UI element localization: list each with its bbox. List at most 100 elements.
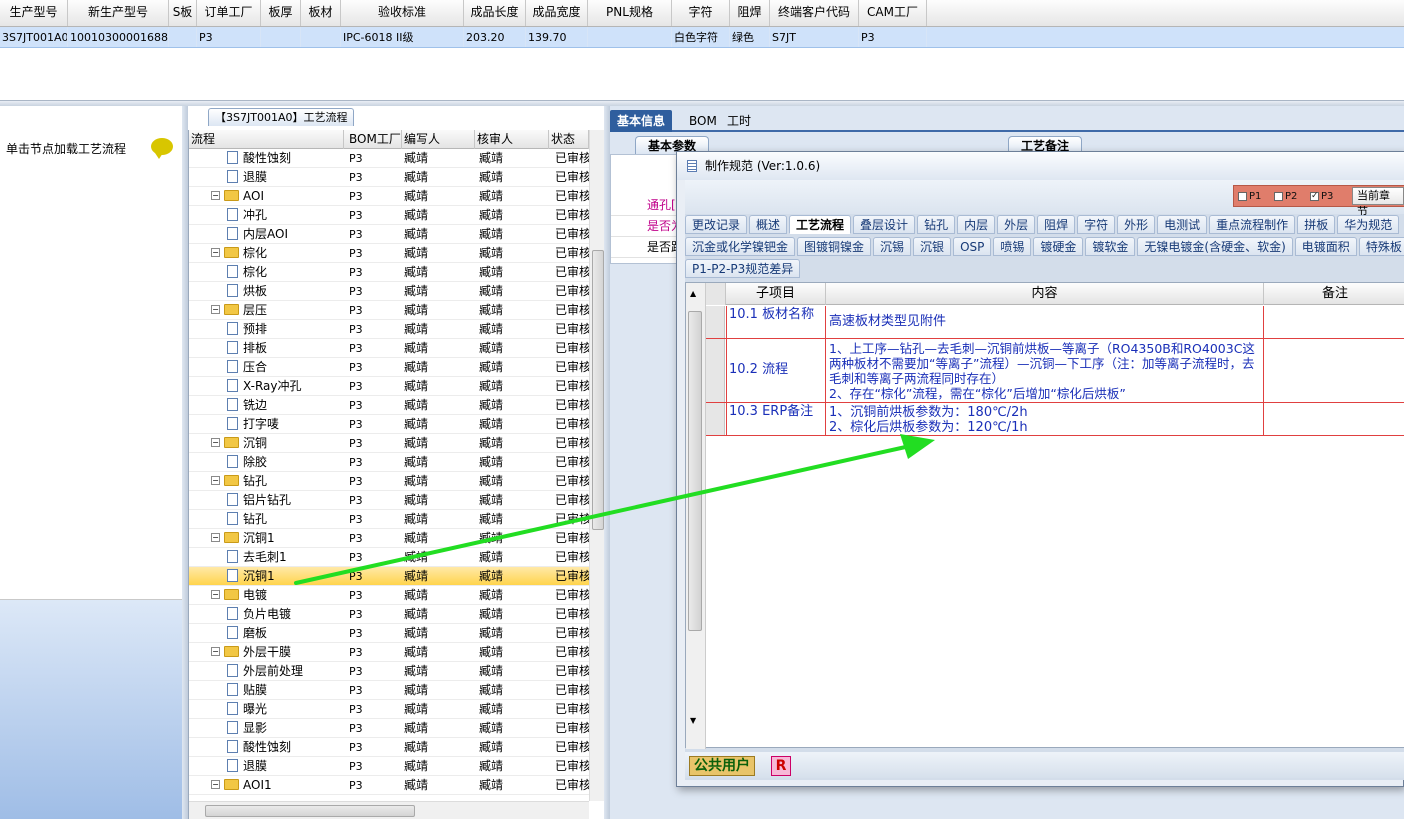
tree-row[interactable]: 除胶 P3 臧靖 臧靖 已审核: [189, 453, 589, 472]
order-col-header[interactable]: 验收标准: [341, 0, 464, 26]
tree-row[interactable]: 预排 P3 臧靖 臧靖 已审核: [189, 320, 589, 339]
tree-node[interactable]: 铝片钻孔: [189, 491, 344, 510]
checkbox-p2[interactable]: P2: [1274, 191, 1297, 203]
tree-row[interactable]: 烘板 P3 臧靖 臧靖 已审核: [189, 282, 589, 301]
category-tab[interactable]: 电测试: [1157, 215, 1208, 234]
scroll-thumb[interactable]: [688, 311, 702, 631]
category-tab[interactable]: 外层: [997, 215, 1036, 234]
tree-node[interactable]: 曝光: [189, 700, 344, 719]
tree-row[interactable]: − 钻孔 P3 臧靖 臧靖 已审核: [189, 472, 589, 491]
tree-vertical-scrollbar[interactable]: [589, 130, 605, 801]
category-tab[interactable]: 沉金或化学镍钯金: [685, 237, 796, 256]
collapse-icon[interactable]: −: [211, 780, 220, 789]
scroll-up-icon[interactable]: ▲: [690, 289, 696, 298]
tree-row[interactable]: − AOI P3 臧靖 臧靖 已审核: [189, 187, 589, 206]
tree-row[interactable]: 铣边 P3 臧靖 臧靖 已审核: [189, 396, 589, 415]
tree-row[interactable]: − 电镀 P3 臧靖 臧靖 已审核: [189, 586, 589, 605]
spec-col-remark[interactable]: 备注: [1264, 283, 1404, 305]
category-tab[interactable]: 钻孔: [917, 215, 956, 234]
order-col-header[interactable]: 订单工厂: [197, 0, 261, 26]
tree-row[interactable]: 冲孔 P3 臧靖 臧靖 已审核: [189, 206, 589, 225]
order-col-header[interactable]: CAM工厂: [859, 0, 927, 26]
select-all-corner[interactable]: [706, 283, 726, 305]
category-tab[interactable]: 华为规范: [1337, 215, 1400, 234]
category-tab[interactable]: 叠层设计: [853, 215, 916, 234]
order-col-header[interactable]: 成品宽度: [526, 0, 588, 26]
tree-node[interactable]: − AOI1: [189, 776, 344, 795]
tree-node[interactable]: 排板: [189, 339, 344, 358]
collapse-icon[interactable]: −: [211, 533, 220, 542]
tree-node[interactable]: 显影: [189, 719, 344, 738]
category-tab[interactable]: 字符: [1077, 215, 1116, 234]
order-col-header[interactable]: 成品长度: [464, 0, 526, 26]
category-tab[interactable]: 喷锡: [993, 237, 1032, 256]
category-tab[interactable]: 电镀面积: [1294, 237, 1357, 256]
spec-row[interactable]: 10.2 流程 1、上工序—钻孔—去毛刺—沉铜前烘板—等离子（RO4350B和R…: [706, 339, 1404, 403]
tree-row[interactable]: 退膜 P3 臧靖 臧靖 已审核: [189, 757, 589, 776]
tree-node[interactable]: − 层压: [189, 301, 344, 320]
collapse-icon[interactable]: −: [211, 191, 220, 200]
checkbox-p1[interactable]: P1: [1238, 191, 1261, 203]
tree-row[interactable]: 显影 P3 臧靖 臧靖 已审核: [189, 719, 589, 738]
tree-row[interactable]: 排板 P3 臧靖 臧靖 已审核: [189, 339, 589, 358]
checkbox-p3[interactable]: P3: [1310, 190, 1333, 203]
tree-col-process[interactable]: 流程: [189, 130, 344, 149]
tree-node[interactable]: 打字唛: [189, 415, 344, 434]
order-col-header[interactable]: 新生产型号: [68, 0, 169, 26]
spec-col-sub[interactable]: 子项目: [726, 283, 826, 305]
tree-row[interactable]: − 外层干膜 P3 臧靖 臧靖 已审核: [189, 643, 589, 662]
tree-row[interactable]: − 层压 P3 臧靖 臧靖 已审核: [189, 301, 589, 320]
collapse-icon[interactable]: −: [211, 590, 220, 599]
category-tab[interactable]: 图镀铜镍金: [797, 237, 872, 256]
row-selector[interactable]: [706, 306, 725, 338]
tree-node[interactable]: 预排: [189, 320, 344, 339]
category-tab[interactable]: 镀硬金: [1033, 237, 1084, 256]
tree-row-selected[interactable]: 沉铜1 P3 臧靖 臧靖 已审核: [189, 567, 589, 586]
tree-node[interactable]: 退膜: [189, 757, 344, 776]
tree-node[interactable]: 冲孔: [189, 206, 344, 225]
tree-node[interactable]: 沉铜1: [189, 567, 344, 586]
collapse-icon[interactable]: −: [211, 305, 220, 314]
scroll-thumb[interactable]: [592, 250, 604, 530]
collapse-icon[interactable]: −: [211, 647, 220, 656]
spec-col-content[interactable]: 内容: [826, 283, 1264, 305]
tree-row[interactable]: 退膜 P3 臧靖 臧靖 已审核: [189, 168, 589, 187]
tree-node[interactable]: 酸性蚀刻: [189, 149, 344, 168]
tree-node[interactable]: 钻孔: [189, 510, 344, 529]
tree-row[interactable]: 外层前处理 P3 臧靖 臧靖 已审核: [189, 662, 589, 681]
tree-horizontal-scrollbar[interactable]: [189, 801, 589, 819]
category-tab[interactable]: 沉银: [913, 237, 952, 256]
order-col-header[interactable]: S板: [169, 0, 197, 26]
tree-node[interactable]: 负片电镀: [189, 605, 344, 624]
tree-node[interactable]: 内层AOI: [189, 225, 344, 244]
order-col-header[interactable]: 板材: [301, 0, 341, 26]
tree-col-status[interactable]: 状态: [549, 130, 589, 149]
tree-node[interactable]: 除胶: [189, 453, 344, 472]
order-col-header[interactable]: 生产型号: [0, 0, 68, 26]
category-tab[interactable]: 概述: [749, 215, 788, 234]
category-tab[interactable]: 阻焊: [1037, 215, 1076, 234]
tree-row[interactable]: 压合 P3 臧靖 臧靖 已审核: [189, 358, 589, 377]
tree-node[interactable]: 铣边: [189, 396, 344, 415]
tree-node[interactable]: 外层前处理: [189, 662, 344, 681]
category-tab[interactable]: 重点流程制作: [1209, 215, 1296, 234]
tree-col-writer[interactable]: 编写人: [402, 130, 475, 149]
tree-node[interactable]: − 棕化: [189, 244, 344, 263]
tree-node[interactable]: X-Ray冲孔: [189, 377, 344, 396]
tree-row[interactable]: − 沉铜 P3 臧靖 臧靖 已审核: [189, 434, 589, 453]
tree-node[interactable]: 贴膜: [189, 681, 344, 700]
category-tab[interactable]: P1-P2-P3规范差异: [685, 259, 801, 278]
row-selector[interactable]: [706, 339, 725, 402]
tree-row[interactable]: − 沉铜1 P3 臧靖 臧靖 已审核: [189, 529, 589, 548]
tree-col-bom[interactable]: BOM工厂: [347, 130, 402, 149]
tree-row[interactable]: 负片电镀 P3 臧靖 臧靖 已审核: [189, 605, 589, 624]
tree-row[interactable]: − AOI1 P3 臧靖 臧靖 已审核: [189, 776, 589, 795]
category-tab[interactable]: 拼板: [1297, 215, 1336, 234]
scroll-thumb[interactable]: [205, 805, 415, 817]
tree-node[interactable]: − 钻孔: [189, 472, 344, 491]
dialog-title-bar[interactable]: 制作规范 (Ver:1.0.6): [677, 152, 1404, 180]
tree-node[interactable]: − AOI: [189, 187, 344, 206]
tree-node[interactable]: 压合: [189, 358, 344, 377]
tree-row[interactable]: 曝光 P3 臧靖 臧靖 已审核: [189, 700, 589, 719]
tree-row[interactable]: 铝片钻孔 P3 臧靖 臧靖 已审核: [189, 491, 589, 510]
